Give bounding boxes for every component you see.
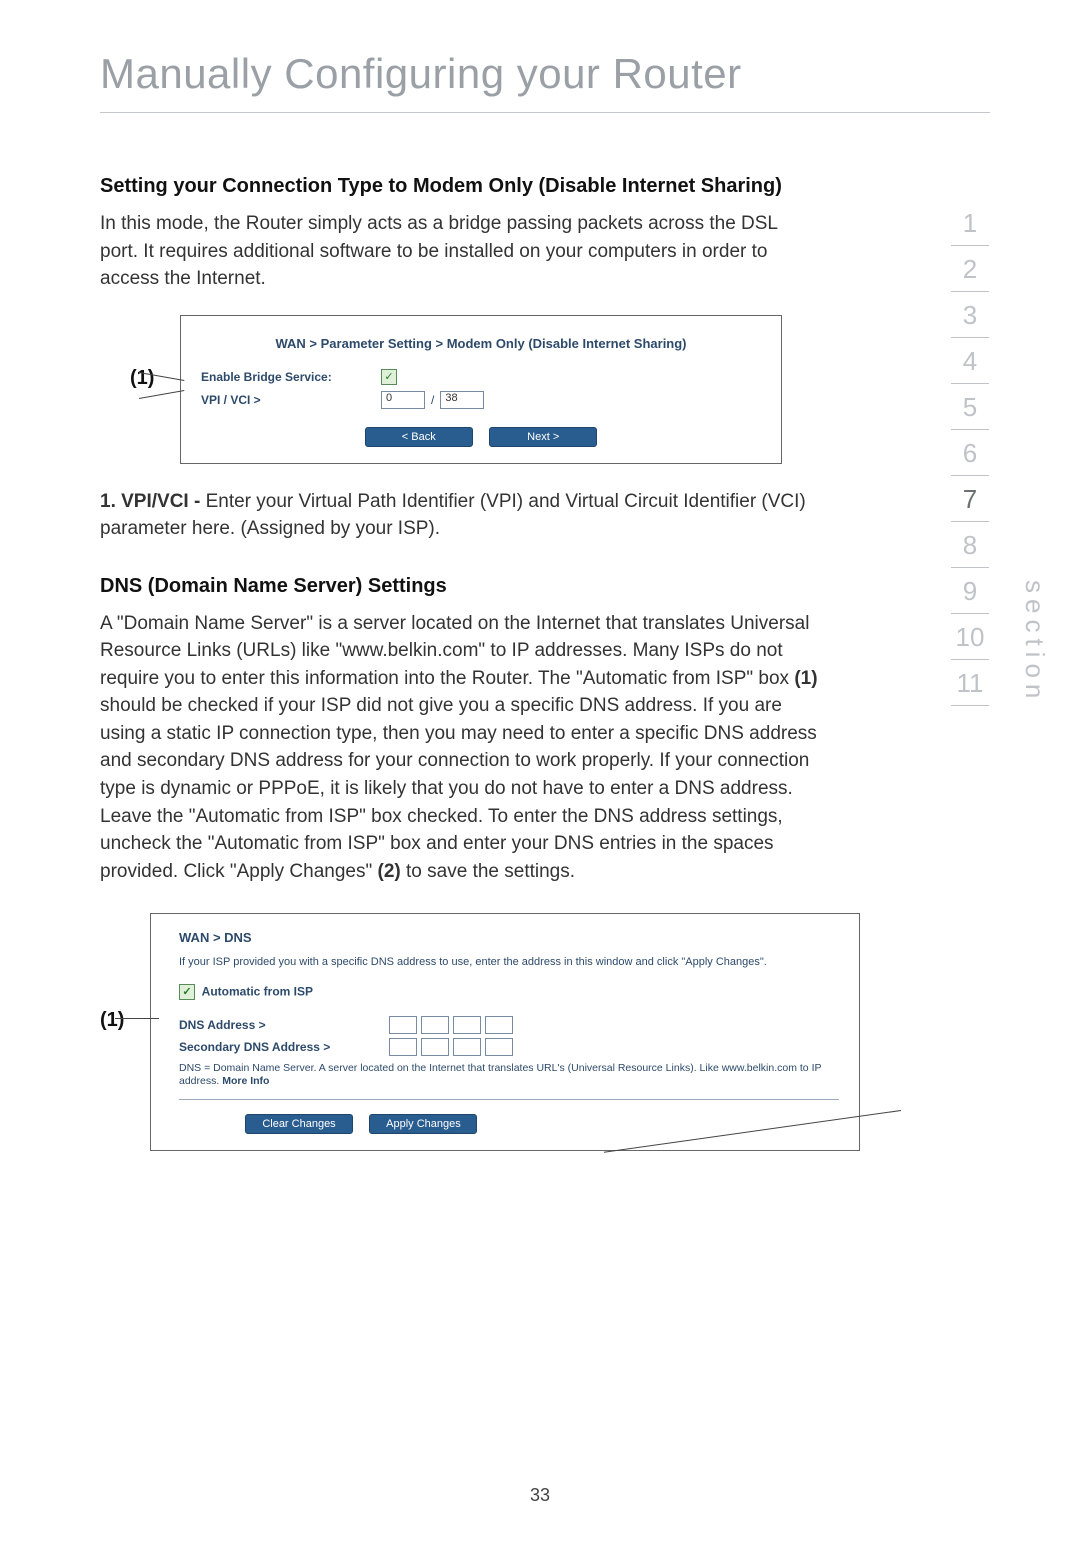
- more-info-link[interactable]: More Info: [222, 1075, 269, 1087]
- enable-bridge-label: Enable Bridge Service:: [201, 370, 381, 384]
- section-nav-5[interactable]: 5: [920, 384, 1020, 429]
- page: Manually Configuring your Router section…: [0, 0, 1080, 1542]
- enable-bridge-checkbox[interactable]: ✓: [381, 369, 397, 385]
- dns-body-c: to save the settings.: [401, 861, 575, 882]
- next-button[interactable]: Next >: [489, 427, 597, 447]
- section-nav-2[interactable]: 2: [920, 246, 1020, 291]
- divider: [179, 1099, 839, 1100]
- slash-separator: /: [431, 393, 434, 407]
- section-nav-4[interactable]: 4: [920, 338, 1020, 383]
- section-nav-7[interactable]: 7: [920, 476, 1020, 521]
- dns-ref-2: (2): [378, 861, 401, 882]
- vpi-input[interactable]: 0: [381, 391, 425, 409]
- dns-body: A "Domain Name Server" is a server locat…: [100, 610, 820, 885]
- modem-only-heading: Setting your Connection Type to Modem On…: [100, 173, 820, 200]
- dns-fine-hint-text: DNS = Domain Name Server. A server locat…: [179, 1062, 821, 1088]
- callout-1-dns: (1): [100, 1009, 124, 1032]
- section-label: section: [1019, 580, 1050, 704]
- dns-ref-1: (1): [794, 668, 817, 689]
- page-title: Manually Configuring your Router: [100, 50, 990, 98]
- apply-changes-button[interactable]: Apply Changes: [369, 1114, 477, 1134]
- secondary-dns-label: Secondary DNS Address >: [179, 1040, 389, 1054]
- back-button[interactable]: < Back: [365, 427, 473, 447]
- section-nav-10[interactable]: 10: [920, 614, 1020, 659]
- section-nav-6[interactable]: 6: [920, 430, 1020, 475]
- section-nav-11[interactable]: 11: [920, 660, 1020, 705]
- dns-address-label: DNS Address >: [179, 1018, 389, 1032]
- section-nav-9[interactable]: 9: [920, 568, 1020, 613]
- vpi-vci-item-text: Enter your Virtual Path Identifier (VPI)…: [100, 491, 806, 540]
- dns-screenshot: WAN > DNS If your ISP provided you with …: [150, 913, 860, 1151]
- breadcrumb: WAN > DNS: [179, 930, 839, 945]
- section-nav-8[interactable]: 8: [920, 522, 1020, 567]
- section-nav-3[interactable]: 3: [920, 292, 1020, 337]
- section-nav-1[interactable]: 1: [920, 200, 1020, 245]
- dns-body-b: should be checked if your ISP did not gi…: [100, 695, 817, 881]
- secondary-dns-input[interactable]: [389, 1038, 513, 1056]
- content: Setting your Connection Type to Modem On…: [100, 173, 820, 1151]
- title-rule: [100, 112, 990, 113]
- automatic-from-isp-label: Automatic from ISP: [202, 984, 313, 998]
- clear-changes-button[interactable]: Clear Changes: [245, 1114, 353, 1134]
- dns-fine-hint: DNS = Domain Name Server. A server locat…: [179, 1062, 839, 1089]
- dns-hint: If your ISP provided you with a specific…: [179, 955, 839, 969]
- vci-input[interactable]: 38: [440, 391, 484, 409]
- automatic-from-isp-checkbox[interactable]: ✓: [179, 984, 195, 1000]
- section-nav: section 1 2 3 4 5 6 7 8 9 10 11: [920, 200, 1020, 706]
- leader-line-icon: [115, 1018, 159, 1019]
- dns-body-a: A "Domain Name Server" is a server locat…: [100, 613, 809, 689]
- callout-1-modem: (1): [130, 367, 154, 390]
- modem-only-body: In this mode, the Router simply acts as …: [100, 210, 820, 293]
- dns-address-input[interactable]: [389, 1016, 513, 1034]
- vpi-vci-label: VPI / VCI >: [201, 393, 381, 407]
- dns-heading: DNS (Domain Name Server) Settings: [100, 573, 820, 600]
- modem-only-screenshot: WAN > Parameter Setting > Modem Only (Di…: [180, 315, 782, 464]
- vpi-vci-description: 1. VPI/VCI - Enter your Virtual Path Ide…: [100, 488, 820, 543]
- breadcrumb: WAN > Parameter Setting > Modem Only (Di…: [201, 336, 761, 351]
- vpi-vci-item-label: 1. VPI/VCI -: [100, 491, 206, 512]
- page-number: 33: [0, 1485, 1080, 1506]
